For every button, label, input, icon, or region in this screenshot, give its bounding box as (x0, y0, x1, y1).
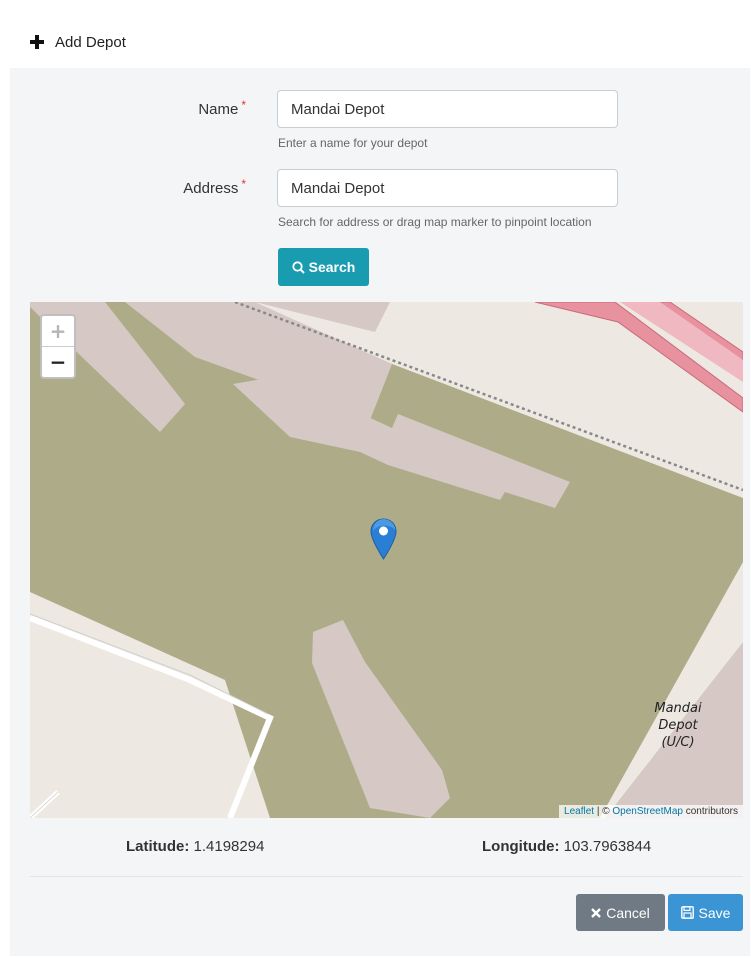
required-marker: * (241, 98, 246, 112)
required-marker: * (241, 177, 246, 191)
name-help-text: Enter a name for your depot (278, 136, 428, 150)
close-icon (591, 907, 602, 918)
plus-icon (30, 35, 44, 49)
longitude-label: Longitude: (482, 838, 560, 855)
attribution-suffix: contributors (682, 806, 738, 817)
address-label: Address * (183, 177, 246, 197)
zoom-control: + − (40, 314, 76, 379)
longitude-value: 103.7963844 (563, 838, 652, 855)
map-attribution: Leaflet | © OpenStreetMap contributors (559, 805, 743, 818)
search-button[interactable]: Search (278, 248, 369, 286)
location-marker-icon[interactable] (370, 518, 397, 565)
openstreetmap-link[interactable]: OpenStreetMap (612, 806, 683, 817)
latitude-value: 1.4198294 (193, 838, 265, 855)
floppy-disk-icon (680, 906, 694, 919)
cancel-button[interactable]: Cancel (576, 894, 665, 931)
address-help-text: Search for address or drag map marker to… (278, 215, 592, 229)
zoom-in-button[interactable]: + (42, 316, 74, 347)
leaflet-link[interactable]: Leaflet (564, 806, 594, 817)
page-title: Add Depot (55, 33, 126, 51)
map-place-label: Mandai Depot (U/C) (654, 701, 702, 750)
zoom-out-button[interactable]: − (42, 347, 74, 377)
name-label: Name * (198, 98, 246, 118)
map[interactable]: + − Mandai Depot (U/C) Leaflet | © OpenS… (30, 302, 743, 818)
attribution-separator: | © (594, 806, 613, 817)
address-input[interactable] (277, 169, 618, 207)
latitude-label: Latitude: (126, 838, 190, 855)
save-button[interactable]: Save (668, 894, 743, 931)
divider (30, 876, 743, 877)
page-header: Add Depot (30, 30, 126, 54)
name-input[interactable] (277, 90, 618, 128)
search-icon (292, 260, 305, 274)
longitude-readout: Longitude: 103.7963844 (482, 838, 651, 855)
latitude-readout: Latitude: 1.4198294 (126, 838, 264, 855)
depot-form-panel: Name* Enter a name for your depot Addres… (10, 68, 750, 956)
